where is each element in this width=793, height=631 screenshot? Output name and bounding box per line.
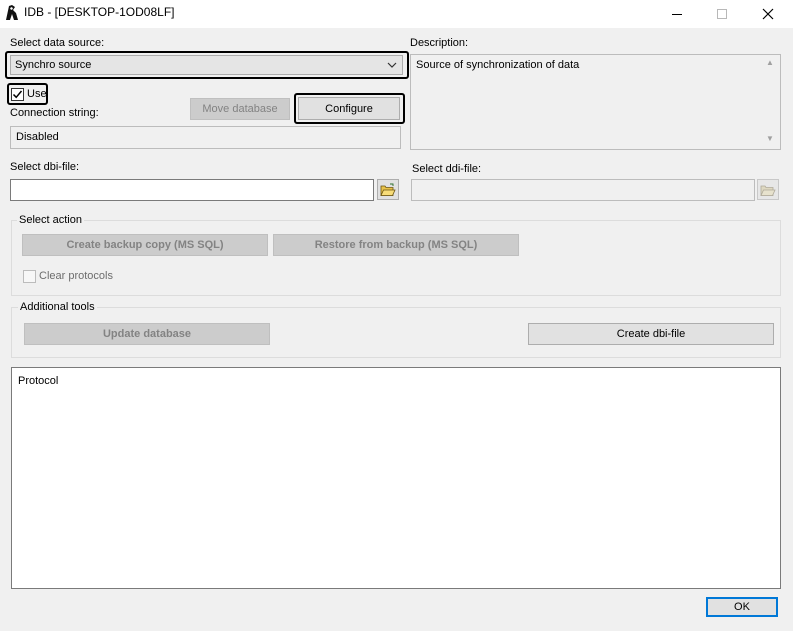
minimize-icon (672, 13, 682, 15)
data-source-label: Select data source: (10, 37, 105, 49)
close-button[interactable] (745, 0, 791, 28)
close-icon (762, 8, 774, 20)
data-source-highlight (5, 51, 409, 79)
ddi-file-label: Select ddi-file: (412, 163, 482, 175)
description-textarea[interactable]: Source of synchronization of data (410, 54, 781, 150)
clear-protocols-checkbox[interactable] (23, 270, 36, 283)
select-action-title: Select action (17, 214, 84, 226)
app-icon (4, 4, 20, 21)
description-text: Source of synchronization of data (416, 59, 580, 71)
minimize-button[interactable] (654, 0, 700, 28)
checkmark-icon (12, 90, 23, 99)
maximize-button[interactable] (699, 0, 745, 28)
window-title: IDB - [DESKTOP-1OD08LF] (24, 5, 175, 19)
update-database-button[interactable]: Update database (24, 323, 270, 345)
additional-tools-title: Additional tools (18, 301, 97, 313)
connection-string-field[interactable]: Disabled (10, 126, 401, 149)
select-action-group (11, 220, 781, 296)
use-checkbox[interactable] (11, 88, 24, 101)
dbi-file-input[interactable] (10, 179, 374, 201)
folder-open-icon (760, 185, 776, 196)
description-label: Description: (410, 37, 469, 49)
scroll-up-icon[interactable]: ▲ (766, 58, 774, 67)
dbi-file-label: Select dbi-file: (10, 161, 80, 173)
ok-button[interactable]: OK (706, 597, 778, 617)
create-dbi-file-button[interactable]: Create dbi-file (528, 323, 774, 345)
folder-open-icon (380, 183, 396, 196)
ddi-browse-button[interactable] (757, 179, 779, 200)
connection-string-label: Connection string: (10, 107, 99, 119)
protocol-textarea[interactable]: Protocol (11, 367, 781, 589)
ddi-file-input[interactable] (411, 179, 755, 201)
create-backup-button[interactable]: Create backup copy (MS SQL) (22, 234, 268, 256)
clear-protocols-label: Clear protocols (39, 270, 113, 282)
configure-highlight (294, 93, 405, 124)
restore-backup-button[interactable]: Restore from backup (MS SQL) (273, 234, 519, 256)
move-database-button[interactable]: Move database (190, 98, 290, 120)
maximize-icon (717, 9, 727, 19)
scroll-down-icon[interactable]: ▼ (766, 134, 774, 143)
protocol-text: Protocol (18, 375, 59, 387)
connection-string-value: Disabled (16, 131, 59, 143)
use-label: Use (27, 88, 47, 100)
dbi-browse-button[interactable] (377, 179, 399, 200)
